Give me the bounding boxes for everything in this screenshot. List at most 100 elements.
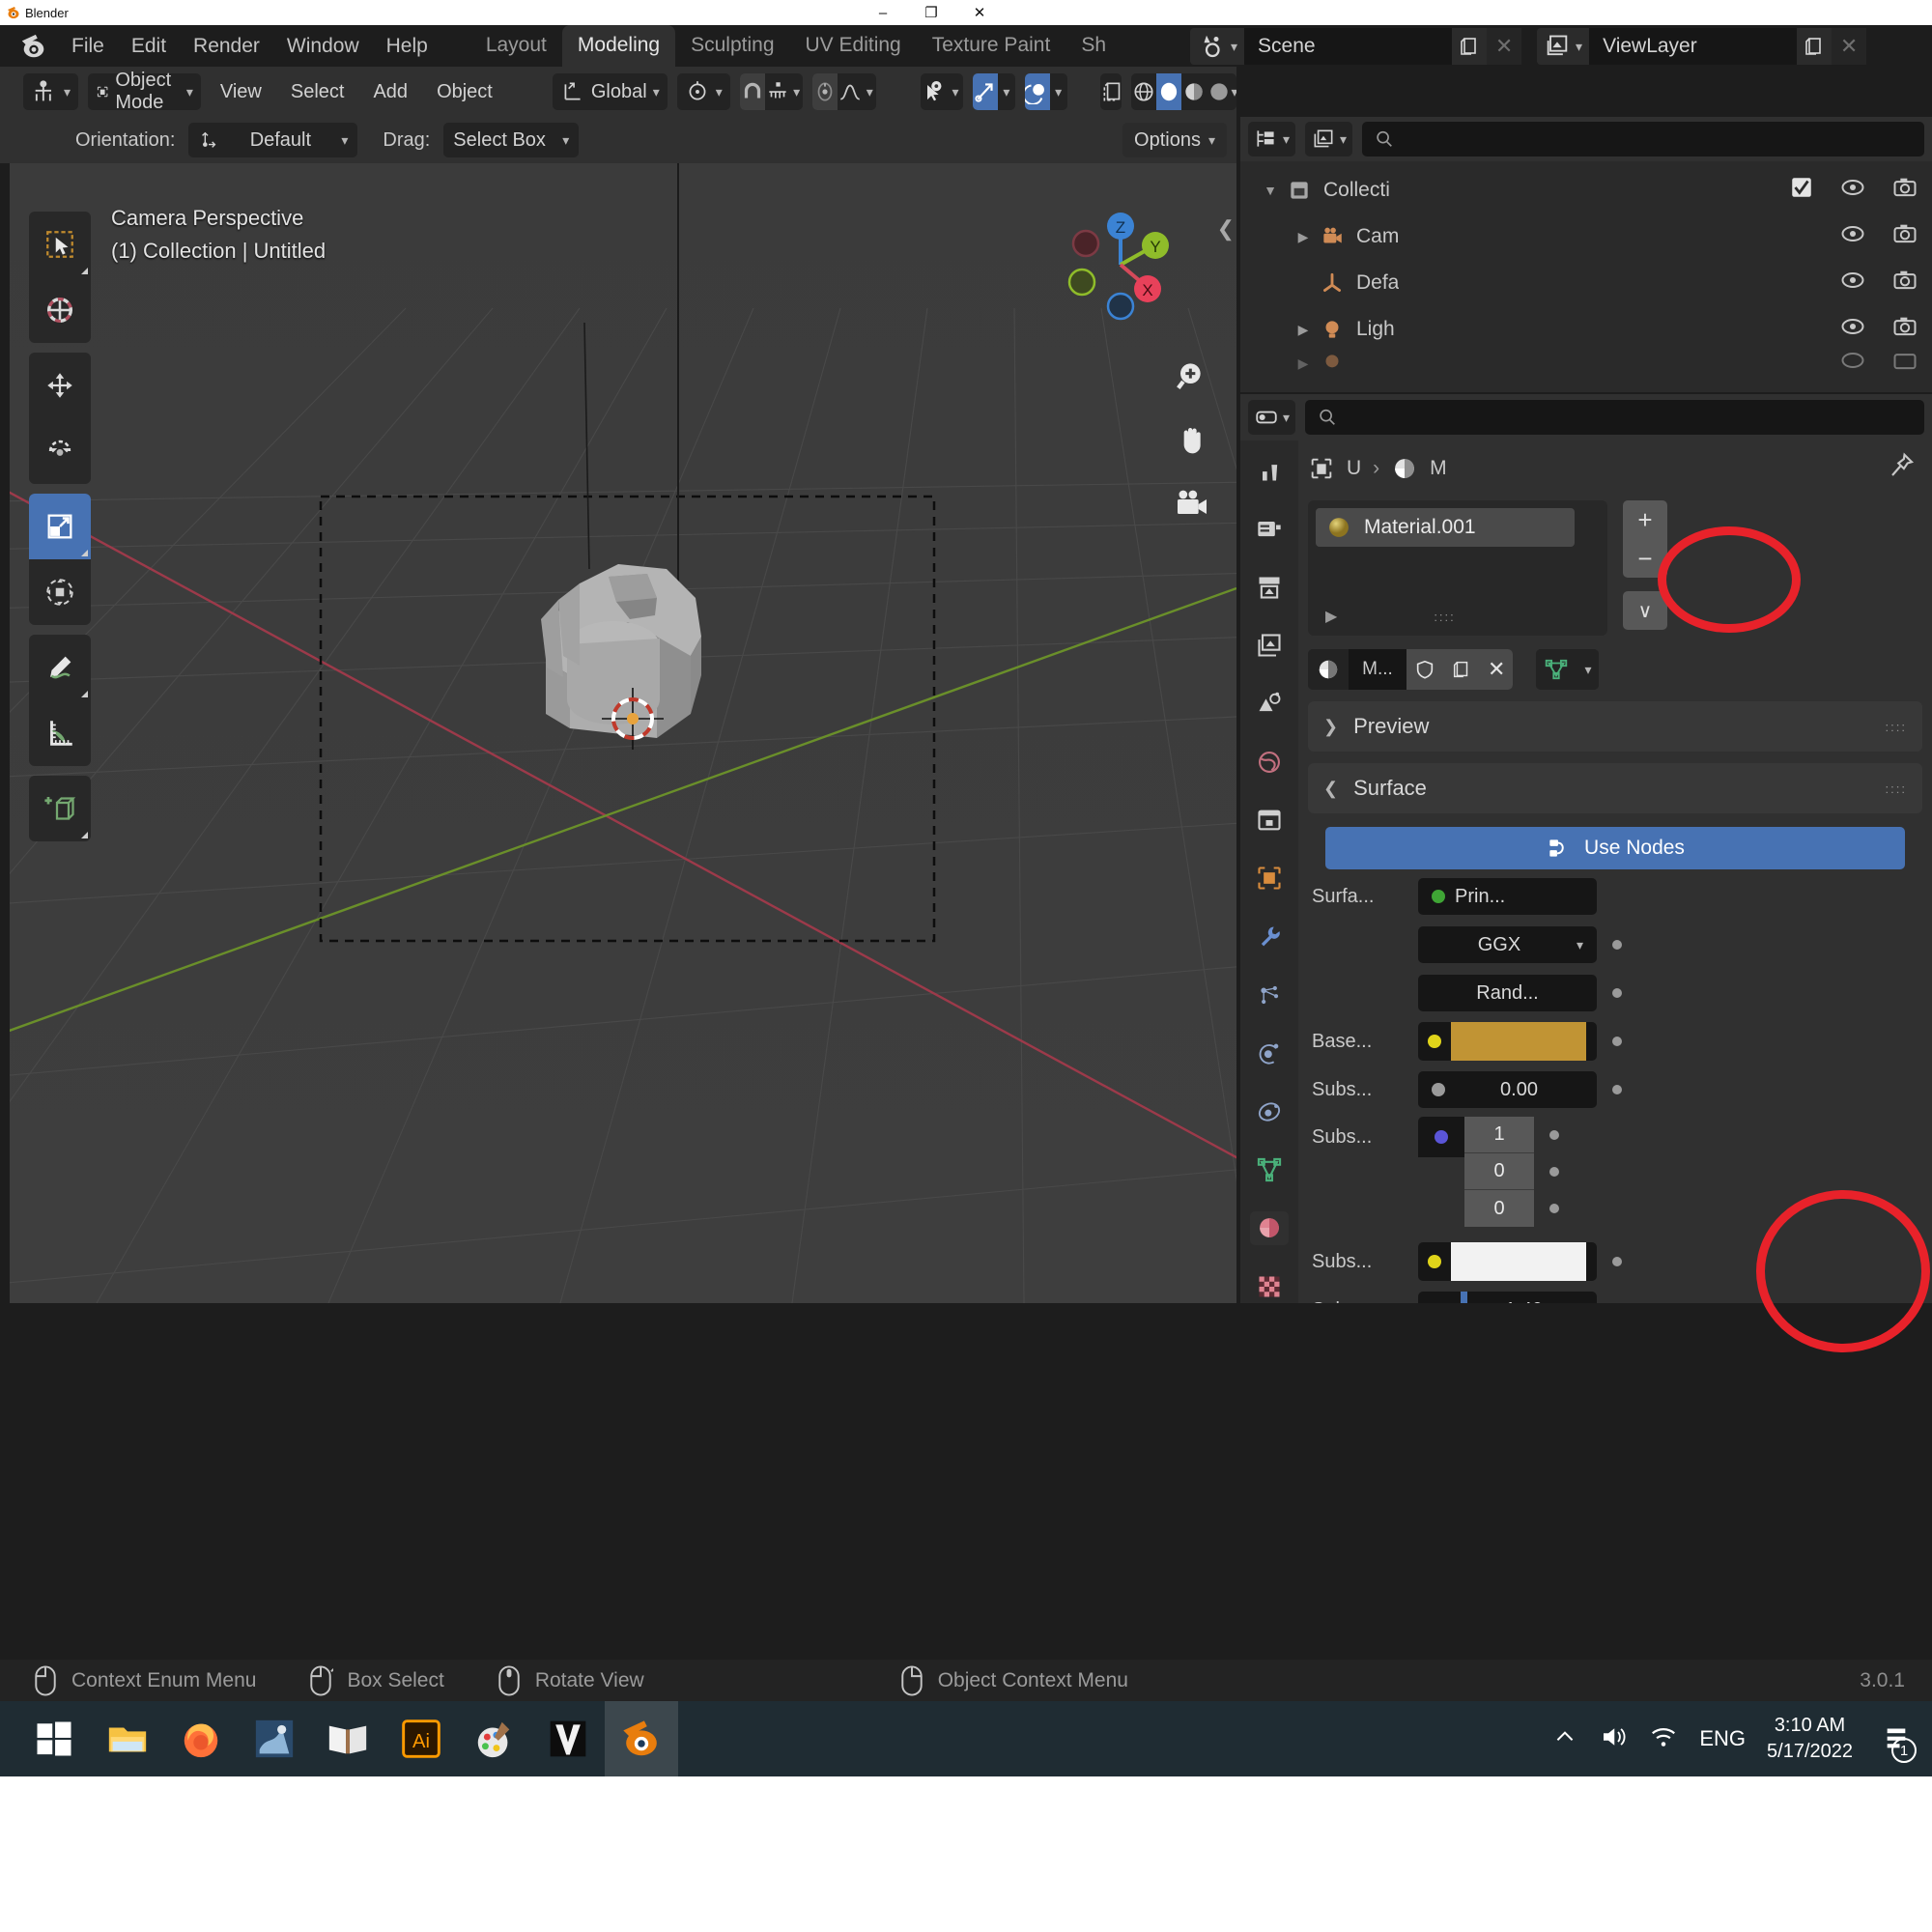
visibility-dropdown[interactable]: ▾ bbox=[948, 73, 963, 110]
subsurface-color-field[interactable] bbox=[1418, 1242, 1597, 1281]
adobe-illustrator-icon[interactable]: Ai bbox=[384, 1701, 458, 1776]
drag-setting-dropdown[interactable]: Select Box ▾ bbox=[443, 123, 580, 157]
eye-icon[interactable] bbox=[1839, 353, 1866, 374]
camera-view-button[interactable] bbox=[1167, 479, 1217, 529]
tab-view-layer[interactable] bbox=[1250, 629, 1289, 662]
animate-property-dot[interactable] bbox=[1612, 940, 1622, 950]
options-button[interactable]: Options ▾ bbox=[1122, 123, 1227, 157]
shading-dropdown[interactable]: ▾ bbox=[1232, 73, 1237, 110]
outliner-row-light[interactable]: ▶ Ligh bbox=[1240, 306, 1932, 353]
resize-grip-icon[interactable]: :::: bbox=[1434, 610, 1455, 624]
photo-app-icon[interactable] bbox=[238, 1701, 311, 1776]
eye-icon[interactable] bbox=[1839, 174, 1866, 207]
tab-uv-editing[interactable]: UV Editing bbox=[790, 25, 917, 67]
file-explorer-icon[interactable] bbox=[91, 1701, 164, 1776]
outliner-row-default[interactable]: Defa bbox=[1240, 260, 1932, 306]
minimize-button[interactable]: – bbox=[875, 5, 891, 21]
camera-render-icon[interactable] bbox=[1891, 353, 1918, 374]
remove-material-slot-button[interactable]: − bbox=[1623, 539, 1667, 578]
tab-scene[interactable] bbox=[1250, 687, 1289, 720]
properties-search-input[interactable] bbox=[1305, 400, 1924, 435]
new-scene-button[interactable] bbox=[1452, 28, 1488, 65]
material-shield-button[interactable] bbox=[1406, 649, 1443, 690]
show-hidden-icons-button[interactable] bbox=[1552, 1724, 1577, 1754]
tab-texture-paint[interactable]: Texture Paint bbox=[917, 25, 1066, 67]
scene-name-field[interactable]: Scene bbox=[1244, 28, 1453, 65]
book-reader-icon[interactable] bbox=[311, 1701, 384, 1776]
tool-rotate[interactable] bbox=[29, 418, 91, 484]
viewlayer-browse-button[interactable]: ▾ bbox=[1537, 28, 1590, 65]
snap-toggle-button[interactable] bbox=[739, 73, 765, 110]
tab-texture[interactable] bbox=[1250, 1270, 1289, 1303]
paint-app-icon[interactable] bbox=[458, 1701, 531, 1776]
object-visibility-button[interactable] bbox=[921, 73, 948, 110]
tab-constraints[interactable] bbox=[1250, 1095, 1289, 1128]
zoom-button[interactable] bbox=[1167, 352, 1217, 402]
falloff-type-button[interactable] bbox=[838, 73, 863, 110]
tab-modeling[interactable]: Modeling bbox=[561, 25, 676, 67]
viewlayer-name-field[interactable]: ViewLayer bbox=[1589, 28, 1798, 65]
app-dark-icon[interactable] bbox=[531, 1701, 605, 1776]
scene-browse-button[interactable]: ▾ bbox=[1190, 28, 1245, 65]
menu-file[interactable]: File bbox=[58, 31, 118, 62]
tool-cursor[interactable] bbox=[29, 277, 91, 343]
new-viewlayer-button[interactable] bbox=[1797, 28, 1833, 65]
browse-material-button[interactable] bbox=[1308, 649, 1349, 690]
specials-triangle-icon[interactable]: ▶ bbox=[1325, 607, 1337, 626]
add-material-slot-button[interactable]: + bbox=[1623, 500, 1667, 539]
show-gizmo-button[interactable] bbox=[972, 73, 998, 110]
preview-render-type-button[interactable] bbox=[1536, 649, 1577, 690]
outliner-editor-type-button[interactable]: ▾ bbox=[1248, 122, 1296, 156]
radius-x-field[interactable]: 1 bbox=[1464, 1117, 1534, 1153]
tool-transform[interactable] bbox=[29, 559, 91, 625]
camera-render-icon[interactable] bbox=[1891, 174, 1918, 207]
3d-viewport[interactable]: Camera Perspective (1) Collection | Unti… bbox=[10, 163, 1236, 1303]
tab-collection[interactable] bbox=[1250, 804, 1289, 837]
blender-taskbar-icon[interactable] bbox=[605, 1701, 678, 1776]
distribution-dropdown[interactable]: GGX ▾ bbox=[1418, 926, 1597, 963]
viewport-menu-object[interactable]: Object bbox=[427, 81, 502, 103]
tab-output[interactable] bbox=[1250, 571, 1289, 604]
remove-viewlayer-button[interactable]: ✕ bbox=[1832, 28, 1867, 65]
snap-target-button[interactable] bbox=[765, 73, 790, 110]
menu-render[interactable]: Render bbox=[180, 31, 273, 62]
start-button[interactable] bbox=[17, 1701, 91, 1776]
tool-scale[interactable] bbox=[29, 494, 91, 559]
base-color-swatch[interactable] bbox=[1451, 1022, 1586, 1061]
animate-property-dot[interactable] bbox=[1612, 1257, 1622, 1266]
menu-window[interactable]: Window bbox=[273, 31, 373, 62]
material-slot-specials-button[interactable]: ∨ bbox=[1623, 591, 1667, 630]
outliner-row-collection[interactable]: ▼ Collecti bbox=[1240, 167, 1932, 213]
overlays-dropdown[interactable]: ▾ bbox=[1050, 73, 1067, 110]
panel-surface-header[interactable]: ❮ Surface :::: bbox=[1308, 763, 1922, 813]
falloff-dropdown[interactable]: ▾ bbox=[863, 73, 876, 110]
wifi-icon[interactable] bbox=[1649, 1722, 1678, 1756]
transform-orientation-dropdown[interactable]: Global ▾ bbox=[552, 73, 668, 110]
subsurface-color-swatch[interactable] bbox=[1451, 1242, 1586, 1281]
notification-center-button[interactable]: 1 bbox=[1874, 1701, 1918, 1776]
navigation-gizmo[interactable]: Z Y X bbox=[1063, 207, 1179, 323]
subsurface-value-field[interactable]: 0.00 bbox=[1418, 1071, 1597, 1108]
outliner-row-partial[interactable]: ▶ bbox=[1240, 353, 1932, 374]
disclosure-triangle-icon[interactable]: ▶ bbox=[1291, 229, 1316, 245]
blender-logo-icon[interactable] bbox=[19, 32, 48, 61]
tab-material[interactable] bbox=[1250, 1211, 1289, 1245]
tab-object-data[interactable] bbox=[1250, 1153, 1289, 1186]
tab-layout[interactable]: Layout bbox=[470, 25, 562, 67]
material-slot-list[interactable]: Material.001 ▶ :::: bbox=[1308, 500, 1607, 636]
animate-property-dot[interactable] bbox=[1612, 988, 1622, 998]
animate-property-dot[interactable] bbox=[1549, 1204, 1559, 1213]
toggle-xray-button[interactable] bbox=[1100, 73, 1122, 110]
menu-edit[interactable]: Edit bbox=[118, 31, 180, 62]
eye-icon[interactable] bbox=[1839, 313, 1866, 346]
volume-icon[interactable] bbox=[1599, 1722, 1628, 1756]
tab-modifiers[interactable] bbox=[1250, 921, 1289, 953]
close-button[interactable]: ✕ bbox=[972, 4, 987, 21]
base-color-field[interactable] bbox=[1418, 1022, 1597, 1061]
new-material-button[interactable] bbox=[1443, 649, 1480, 690]
tab-render[interactable] bbox=[1250, 512, 1289, 545]
use-nodes-button[interactable]: Use Nodes bbox=[1325, 827, 1905, 869]
maximize-button[interactable]: ❐ bbox=[923, 4, 939, 21]
eye-icon[interactable] bbox=[1839, 267, 1866, 299]
viewport-menu-select[interactable]: Select bbox=[281, 81, 355, 103]
